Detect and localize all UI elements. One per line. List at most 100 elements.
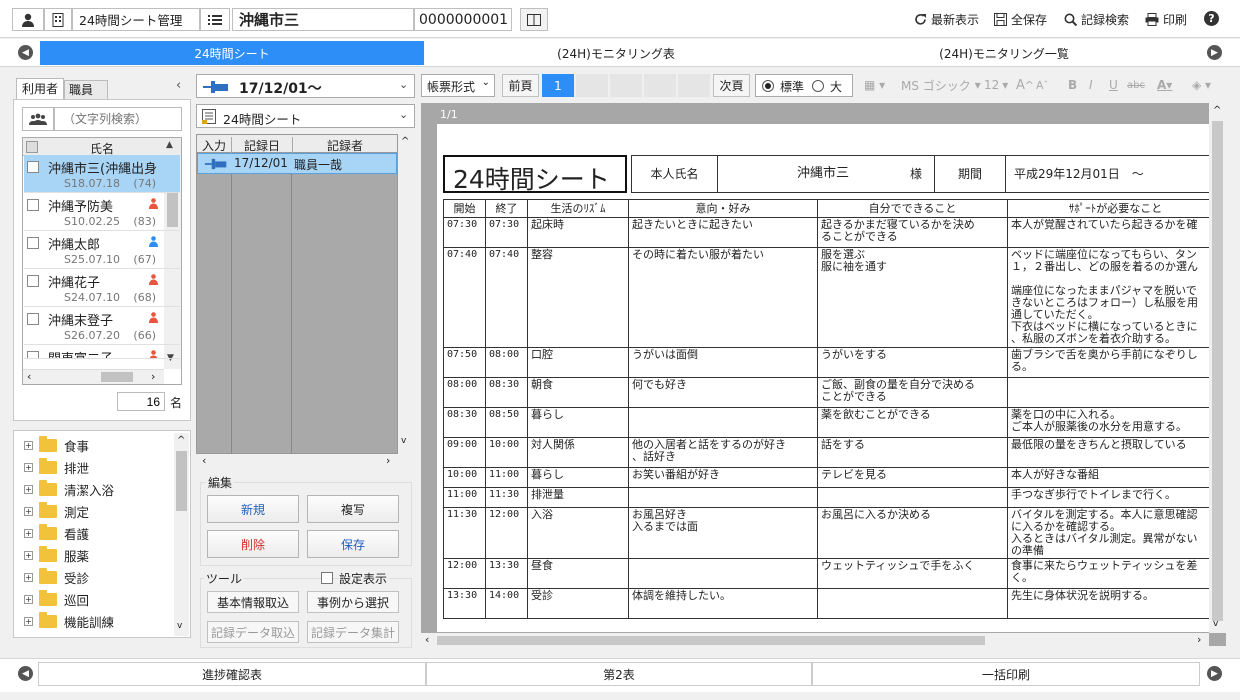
doc-cell-can[interactable]: 薬を飲むことができる: [817, 407, 1008, 438]
doc-cell-pref[interactable]: [628, 558, 818, 589]
doc-cell-support[interactable]: 先生に身体状況を説明する。: [1007, 588, 1209, 619]
import-record-data-button[interactable]: 記録データ取込: [207, 621, 299, 643]
strike-icon[interactable]: abc: [1127, 73, 1145, 97]
date-dropdown-icon[interactable]: ⌄: [399, 78, 408, 91]
expand-icon[interactable]: +: [24, 440, 33, 450]
doc-cell-rhythm[interactable]: 受診: [527, 588, 629, 619]
footer-tab-batch-print[interactable]: 一括印刷: [812, 662, 1200, 686]
record-row[interactable]: 17/12/01 職員一哉: [197, 153, 397, 174]
records-scroll-right-icon[interactable]: ›: [386, 454, 390, 467]
doc-cell-end[interactable]: 08:30: [485, 377, 528, 408]
tree-vscroll[interactable]: ^ v: [174, 433, 189, 636]
doc-cell-rhythm[interactable]: 排泄量: [527, 487, 629, 508]
tree-item[interactable]: + 服薬: [24, 544, 89, 566]
expand-icon[interactable]: +: [24, 572, 33, 582]
prev-page-button[interactable]: 前頁: [502, 74, 539, 97]
doc-cell-support[interactable]: 本人が好きな番組: [1007, 467, 1209, 488]
doc-cell-end[interactable]: 08:50: [485, 407, 528, 438]
font-color-icon[interactable]: A ▾: [1157, 73, 1172, 97]
doc-cell-start[interactable]: 09:00: [443, 437, 486, 468]
doc-scroll-up-icon[interactable]: ^: [1213, 105, 1221, 116]
hscroll-right-icon[interactable]: ›: [151, 370, 155, 383]
doc-cell-support[interactable]: 歯ブラシで舌を奥から手前になぞりし る。: [1007, 347, 1209, 378]
doc-cell-rhythm[interactable]: 暮らし: [527, 407, 629, 438]
tree-item[interactable]: + 食事: [24, 434, 89, 456]
copy-button[interactable]: 複写: [307, 495, 399, 523]
doc-cell-can[interactable]: 服を選ぶ 服に袖を通す: [817, 247, 1008, 348]
underline-icon[interactable]: U: [1109, 73, 1118, 97]
doc-cell-can[interactable]: テレビを見る: [817, 467, 1008, 488]
group-search-button[interactable]: [22, 107, 54, 131]
doc-vscroll[interactable]: ^ v: [1209, 103, 1226, 633]
tree-item[interactable]: + 巡回: [24, 588, 89, 610]
person-row[interactable]: 沖縄太郎 S25.07.10 (67): [24, 231, 180, 269]
doc-cell-pref[interactable]: 何でも好き: [628, 377, 818, 408]
record-search-button[interactable]: 記録検索: [1064, 11, 1129, 28]
format-painter-icon[interactable]: ▦ ▾: [864, 73, 885, 97]
tree-item[interactable]: + 清潔入浴: [24, 478, 114, 500]
expand-icon[interactable]: +: [24, 594, 33, 604]
doc-scroll-right-icon[interactable]: ›: [1197, 633, 1201, 646]
save-button[interactable]: 保存: [307, 530, 399, 558]
delete-button[interactable]: 削除: [207, 530, 299, 558]
doc-cell-support[interactable]: 手つなぎ歩行でトイレまで行く。: [1007, 487, 1209, 508]
aggregate-record-data-button[interactable]: 記録データ集計: [307, 621, 399, 643]
doc-cell-end[interactable]: 11:30: [485, 487, 528, 508]
doc-cell-pref[interactable]: [628, 487, 818, 508]
save-all-button[interactable]: 全保存: [994, 11, 1047, 28]
doc-cell-support[interactable]: [1007, 377, 1209, 408]
doc-cell-can[interactable]: 起きるかまだ寝ているかを決め ることができる: [817, 217, 1008, 248]
fill-color-icon[interactable]: ◈ ▾: [1192, 73, 1211, 97]
footer-tab-table2[interactable]: 第2表: [426, 662, 812, 686]
select-from-case-button[interactable]: 事例から選択: [307, 591, 399, 613]
footer-tab-progress[interactable]: 進捗確認表: [38, 662, 426, 686]
new-button[interactable]: 新規: [207, 495, 299, 523]
expand-icon[interactable]: +: [24, 462, 33, 472]
doc-cell-end[interactable]: 12:00: [485, 507, 528, 559]
doc-cell-start[interactable]: 11:00: [443, 487, 486, 508]
font-grow-icon[interactable]: A ^: [1016, 73, 1034, 97]
print-button[interactable]: 印刷: [1145, 11, 1187, 28]
person-row[interactable]: 沖縄花子 S24.07.10 (68): [24, 269, 180, 307]
format-select[interactable]: 帳票形式 ⌄: [421, 74, 495, 97]
next-page-button[interactable]: 次頁: [713, 74, 750, 97]
nav-next-icon[interactable]: ▶: [1207, 45, 1222, 60]
doc-cell-start[interactable]: 12:00: [443, 558, 486, 589]
tab-monitoring-list[interactable]: (24H)モニタリング一覧: [808, 41, 1200, 65]
person-row[interactable]: 沖縄末登子 S26.07.20 (66): [24, 307, 180, 345]
person-checkbox[interactable]: [27, 351, 39, 358]
doc-cell-can[interactable]: 話をする: [817, 437, 1008, 468]
list-hscroll[interactable]: ‹ ›: [23, 369, 164, 384]
doc-hscroll-thumb[interactable]: [437, 636, 985, 645]
doc-cell-start[interactable]: 07:30: [443, 217, 486, 248]
expand-icon[interactable]: +: [24, 506, 33, 516]
doc-cell-can[interactable]: ご飯、副食の量を自分で決める ことができる: [817, 377, 1008, 408]
doc-cell-start[interactable]: 11:30: [443, 507, 486, 559]
doc-cell-end[interactable]: 13:30: [485, 558, 528, 589]
tree-item[interactable]: + 機能訓練: [24, 610, 114, 632]
list-header-checkbox[interactable]: [26, 141, 38, 153]
person-checkbox[interactable]: [27, 275, 39, 287]
doc-cell-rhythm[interactable]: 起床時: [527, 217, 629, 248]
person-checkbox[interactable]: [27, 161, 39, 173]
doc-cell-support[interactable]: 薬を口の中に入れる。 ご本人が服薬後の水分を用意する。: [1007, 407, 1209, 438]
tree-item[interactable]: + 看護: [24, 522, 89, 544]
records-hscroll[interactable]: ‹ ›: [196, 454, 398, 469]
doc-cell-end[interactable]: 08:00: [485, 347, 528, 378]
expand-icon[interactable]: +: [24, 528, 33, 538]
doc-scroll-down-icon[interactable]: v: [1213, 619, 1218, 629]
expand-icon[interactable]: +: [24, 616, 33, 626]
doc-cell-start[interactable]: 08:00: [443, 377, 486, 408]
footer-next-icon[interactable]: ▶: [1207, 666, 1222, 681]
doc-cell-rhythm[interactable]: 昼食: [527, 558, 629, 589]
person-checkbox[interactable]: [27, 237, 39, 249]
doc-cell-can[interactable]: ウェットティッシュで手をふく: [817, 558, 1008, 589]
doc-cell-pref[interactable]: お笑い番組が好き: [628, 467, 818, 488]
doc-cell-pref[interactable]: 他の入居者と話をするのが好き 、話好き: [628, 437, 818, 468]
doc-vscroll-thumb[interactable]: [1212, 121, 1223, 621]
doc-cell-start[interactable]: 10:00: [443, 467, 486, 488]
tab-monitoring-table[interactable]: (24H)モニタリング表: [424, 41, 808, 65]
panel-toggle-button[interactable]: [520, 8, 548, 31]
sheet-dropdown-icon[interactable]: ⌄: [399, 108, 408, 121]
person-checkbox[interactable]: [27, 199, 39, 211]
